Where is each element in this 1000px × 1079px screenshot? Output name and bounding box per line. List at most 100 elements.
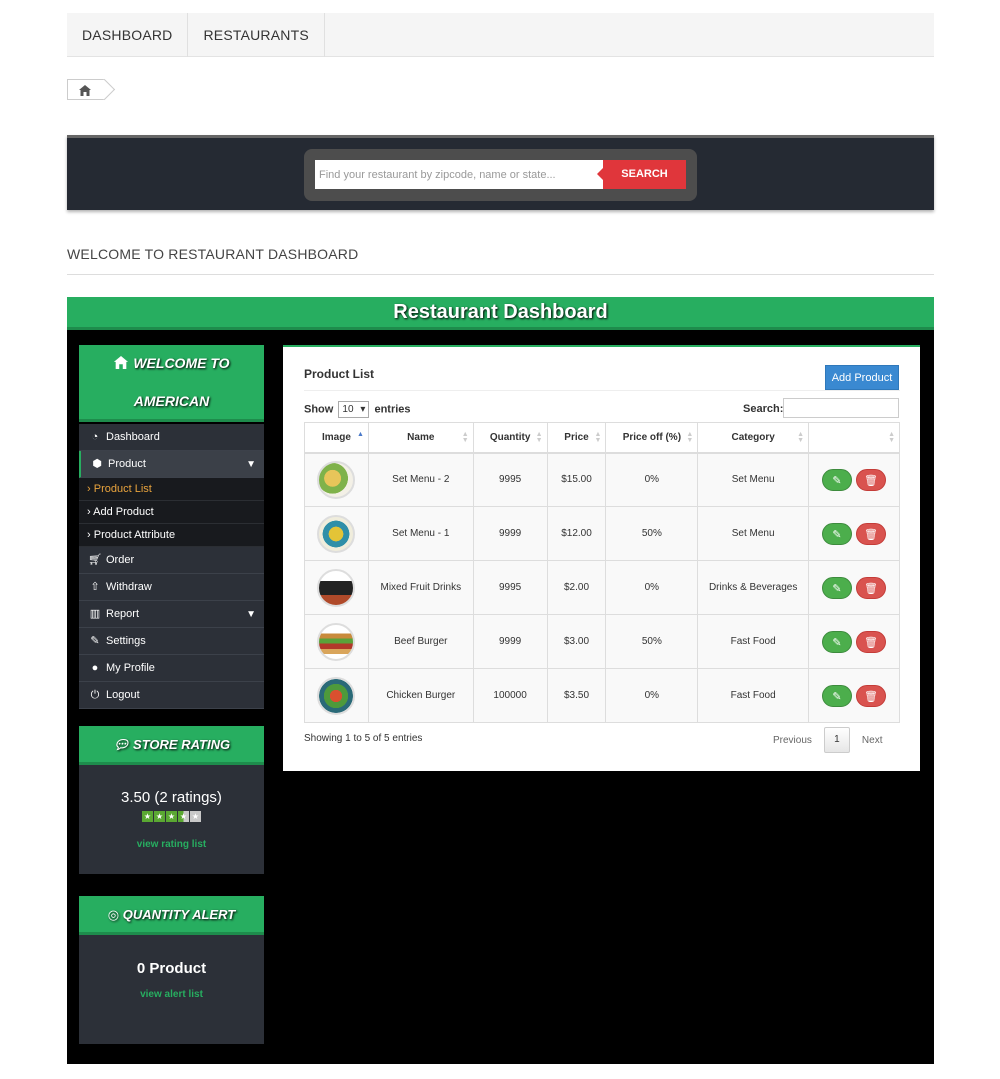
- nav-restaurants[interactable]: RESTAURANTS: [188, 13, 325, 57]
- view-alert-list-link[interactable]: view alert list: [79, 989, 264, 1000]
- entries-select[interactable]: 10: [338, 401, 370, 418]
- star-icon: ★: [166, 811, 177, 822]
- table-info: Showing 1 to 5 of 5 entries: [304, 733, 423, 744]
- edit-button[interactable]: ✎: [822, 468, 853, 491]
- submenu-label: Product List: [93, 483, 152, 495]
- cell-name: Set Menu - 1: [367, 506, 474, 561]
- welcome-panel-header: WELCOME TO AMERICAN: [79, 345, 264, 422]
- delete-button[interactable]: 🗑︎: [856, 468, 887, 491]
- sidebar-item-withdraw[interactable]: ⇧ Withdraw: [79, 574, 264, 601]
- cell-price: $15.00: [546, 452, 607, 507]
- rating-value: 3.50 (2 ratings): [121, 789, 222, 806]
- sidebar-item-logout[interactable]: ⏻ Logout: [79, 682, 264, 709]
- column-price-off[interactable]: Price off (%) ▲ ▼: [605, 422, 699, 454]
- pagination: Previous 1 Next: [773, 727, 882, 753]
- cell-name: Mixed Fruit Drinks: [367, 560, 474, 615]
- delete-button[interactable]: 🗑︎: [856, 684, 887, 707]
- quantity-alert-body: 0 Product view alert list: [79, 935, 264, 1044]
- column-actions[interactable]: ▲ ▼: [808, 422, 900, 454]
- product-table: Image ▲ Name ▲ ▼ Quantity ▲ ▼ Price ▲ ▼ Price o…: [304, 422, 900, 723]
- restaurant-search-input[interactable]: [315, 160, 605, 189]
- product-thumbnail: [317, 676, 356, 715]
- edit-icon: ✎: [832, 582, 842, 595]
- welcome-line-1: WELCOME TO: [133, 355, 230, 371]
- store-rating-title: STORE RATING: [133, 737, 231, 752]
- rating-stars: ★ ★ ★ ★ ★: [79, 811, 264, 822]
- comments-icon: 💬︎: [112, 737, 130, 752]
- search-button[interactable]: SEARCH: [597, 160, 686, 189]
- page-button[interactable]: 1: [823, 727, 850, 753]
- column-quantity[interactable]: Quantity ▲ ▼: [472, 422, 548, 454]
- column-label: Name: [407, 431, 435, 443]
- submenu-product-attribute[interactable]: › Product Attribute: [79, 524, 264, 547]
- next-page-button[interactable]: Next: [862, 735, 883, 746]
- edit-icon: ✎: [832, 690, 842, 703]
- edit-button[interactable]: ✎: [822, 684, 853, 707]
- edit-button[interactable]: ✎: [822, 522, 853, 545]
- cell-actions: ✎ 🗑︎: [808, 560, 900, 615]
- home-icon: [113, 355, 129, 371]
- star-icon: ★: [178, 811, 189, 822]
- star-icon: ★: [190, 811, 201, 822]
- top-navbar: DASHBOARD RESTAURANTS: [67, 13, 934, 57]
- quantity-alert-header: ◎ QUANTITY ALERT: [79, 896, 264, 935]
- edit-button[interactable]: ✎: [822, 630, 853, 653]
- star-icon: ★: [154, 811, 165, 822]
- cell-image: [304, 452, 369, 507]
- cell-image: [304, 506, 369, 561]
- quantity-alert-panel: ◎ QUANTITY ALERT 0 Product view alert li…: [79, 896, 264, 1044]
- column-image[interactable]: Image ▲: [304, 422, 369, 454]
- sidebar-item-label: Withdraw: [106, 581, 152, 593]
- sidebar-item-label: Logout: [106, 689, 140, 701]
- edit-icon: ✎: [832, 474, 842, 487]
- delete-button[interactable]: 🗑︎: [856, 576, 887, 599]
- table-row: Beef Burger 9999 $3.00 50% Fast Food ✎ 🗑︎: [304, 614, 900, 669]
- dashboard-title: Restaurant Dashboard: [67, 297, 934, 330]
- sidebar-item-my-profile[interactable]: ● My Profile: [79, 655, 264, 682]
- cell-category: Drinks & Beverages: [697, 560, 810, 615]
- sidebar-item-report[interactable]: ▥ Report ▼: [79, 601, 264, 628]
- dashboard-icon: ◔: [91, 431, 99, 443]
- sidebar-item-label: My Profile: [106, 662, 155, 674]
- store-rating-body: 3.50 (2 ratings) ★ ★ ★ ★ ★ view rating list: [79, 765, 264, 874]
- submenu-label: Product Attribute: [93, 529, 176, 541]
- divider: [67, 274, 934, 275]
- submenu-add-product[interactable]: › Add Product: [79, 501, 264, 524]
- upload-icon: ⇧: [90, 581, 100, 593]
- cell-actions: ✎ 🗑︎: [808, 668, 900, 723]
- trash-icon: 🗑︎: [864, 474, 878, 487]
- add-product-button[interactable]: Add Product: [825, 365, 899, 390]
- cell-image: [304, 668, 369, 723]
- previous-page-button[interactable]: Previous: [773, 735, 812, 746]
- product-list-title: Product List: [304, 367, 375, 381]
- product-list-panel: Product List Add Product Show 10 entries…: [283, 345, 920, 771]
- cell-quantity: 9995: [472, 560, 548, 615]
- submenu-product-list[interactable]: › Product List: [79, 478, 264, 501]
- breadcrumb-home[interactable]: [67, 79, 105, 100]
- trash-icon: 🗑︎: [864, 528, 878, 541]
- table-search-input[interactable]: [783, 398, 899, 418]
- home-icon: [79, 83, 91, 101]
- product-thumbnail: [317, 622, 356, 661]
- column-label: Price off (%): [622, 431, 682, 443]
- column-category[interactable]: Category ▲ ▼: [697, 422, 810, 454]
- quantity-alert-value: 0 Product: [136, 960, 207, 977]
- column-price[interactable]: Price ▲ ▼: [546, 422, 607, 454]
- column-name[interactable]: Name ▲ ▼: [367, 422, 474, 454]
- sidebar-item-product[interactable]: ⬢ Product ▼: [79, 451, 264, 478]
- delete-button[interactable]: 🗑︎: [856, 630, 887, 653]
- sidebar-item-label: Report: [106, 608, 140, 620]
- nav-dashboard[interactable]: DASHBOARD: [67, 13, 189, 57]
- sidebar-item-dashboard[interactable]: ◔ Dashboard: [79, 424, 264, 451]
- table-row: Chicken Burger 100000 $3.50 0% Fast Food ✎ 🗑︎: [304, 668, 900, 723]
- cell-price-off: 0%: [605, 560, 699, 615]
- edit-button[interactable]: ✎: [822, 576, 853, 599]
- cell-price: $3.00: [546, 614, 607, 669]
- sidebar-item-settings[interactable]: ✎ Settings: [79, 628, 264, 655]
- delete-button[interactable]: 🗑︎: [856, 522, 887, 545]
- cell-price: $12.00: [546, 506, 607, 561]
- sidebar-item-order[interactable]: 🛒︎ Order: [79, 547, 264, 574]
- view-rating-list-link[interactable]: view rating list: [79, 839, 264, 850]
- power-icon: ⏻: [90, 689, 100, 701]
- cell-price-off: 0%: [605, 452, 699, 507]
